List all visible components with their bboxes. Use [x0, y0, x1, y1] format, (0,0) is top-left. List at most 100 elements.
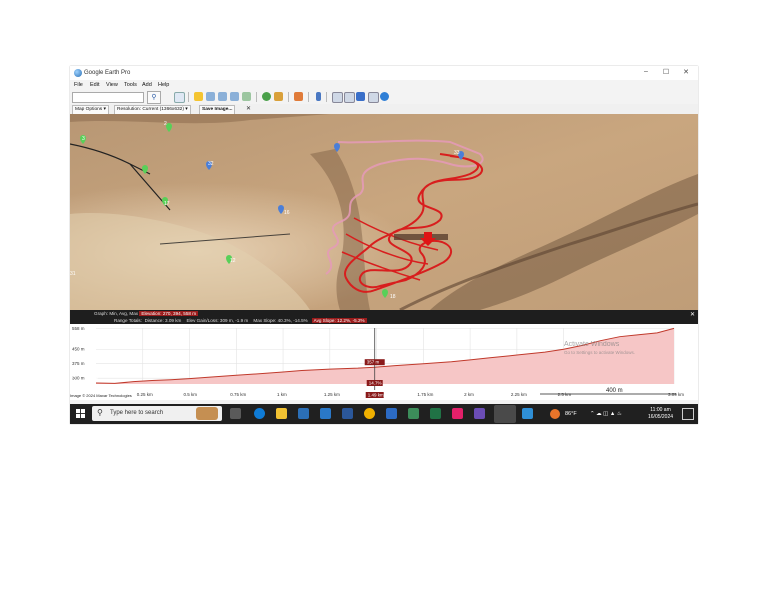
search-highlight-icon [196, 407, 218, 420]
close-button[interactable]: ✕ [678, 68, 694, 76]
app-icon[interactable] [522, 408, 533, 419]
email-icon[interactable] [332, 92, 343, 103]
imagery-date-label: Imagery Date: ... [70, 386, 100, 391]
app-icon[interactable] [474, 408, 485, 419]
menu-add[interactable]: Add [142, 82, 152, 88]
outlook-icon[interactable] [386, 408, 397, 419]
x-tick-label: 1 km [277, 392, 287, 397]
elevation-gain-loss: Elev Gain/Loss: 309 m, -1.9 m [186, 318, 249, 323]
mail-icon[interactable] [320, 408, 331, 419]
file-explorer-icon[interactable] [276, 408, 287, 419]
image-overlay-icon[interactable] [230, 92, 239, 101]
elevation-profile-header: Graph: Min, Avg, Max Elevation: 270, 394… [70, 310, 698, 324]
app-icon[interactable] [452, 408, 463, 419]
x-tick-label: 3.09 km [668, 392, 684, 397]
title-bar: Google Earth Pro – ☐ ✕ [70, 66, 698, 80]
task-view-icon[interactable] [230, 408, 241, 419]
path-icon[interactable] [218, 92, 227, 101]
screenshot-frame: Google Earth Pro – ☐ ✕ File Edit View To… [70, 66, 698, 424]
close-elevation-profile-button[interactable]: ✕ [690, 311, 695, 318]
distance-total: Distance: 3.09 km [144, 318, 182, 323]
clock-date: 16/05/2024 [648, 414, 674, 420]
save-image-icon[interactable] [356, 92, 365, 101]
close-options-icon[interactable]: ✕ [246, 105, 251, 112]
notifications-icon[interactable] [682, 408, 694, 420]
word-icon[interactable] [342, 408, 353, 419]
scale-label: 400 m [606, 388, 623, 394]
toolbar-divider [308, 92, 309, 102]
placemark-label[interactable]: 18 [390, 294, 396, 300]
toolbar-divider [326, 92, 327, 102]
maximize-button[interactable]: ☐ [658, 68, 674, 76]
placemark-label[interactable]: 33 [454, 150, 460, 156]
print-icon[interactable] [344, 92, 355, 103]
polygon-icon[interactable] [206, 92, 215, 101]
x-tick-label: 1.75 km [417, 392, 433, 397]
avg-slope: Avg Slope: 12.2%, -5.2% [311, 318, 367, 323]
sidebar-toggle-icon[interactable] [174, 92, 185, 103]
menu-view[interactable]: View [106, 82, 118, 88]
clock-time: 11:00 am [650, 407, 671, 413]
tray-icons[interactable]: ⌃ ☁ ◫ ▲ ♨ [590, 411, 622, 417]
elevation-stats-line: Graph: Min, Avg, Max Elevation: 270, 394… [94, 311, 199, 316]
maps-app-icon[interactable] [408, 408, 419, 419]
position-readout-box [394, 234, 448, 240]
cursor-distance-label: 1.49 km [368, 393, 384, 398]
placemark-label[interactable]: 3 [82, 136, 85, 142]
placemark-label[interactable]: 2 [164, 121, 167, 127]
search-icon: ⚲ [97, 408, 103, 417]
copyright-label: Image © 2024 Maxar Technologies [70, 393, 132, 398]
planets-icon[interactable] [294, 92, 303, 101]
search-icon[interactable]: ⚲ [147, 91, 161, 104]
excel-icon[interactable] [430, 408, 441, 419]
toolbar-divider [188, 92, 189, 102]
windows-start-icon[interactable] [76, 409, 85, 418]
map-view[interactable]: 3 2 32 17 16 33 12 18 31 [70, 114, 698, 310]
taskbar-search-placeholder: Type here to search [110, 410, 164, 416]
placemark-label[interactable]: 32 [208, 161, 214, 167]
weather-temperature[interactable]: 86°F [565, 411, 577, 417]
menu-help[interactable]: Help [158, 82, 169, 88]
store-icon[interactable] [298, 408, 309, 419]
menu-edit[interactable]: Edit [90, 82, 99, 88]
graph-label: Graph: Min, Avg, Max [94, 311, 139, 316]
activate-windows-title: Activate Windows [564, 341, 620, 348]
y-tick-label: 375 m [72, 361, 85, 366]
taskbar-clock[interactable]: 11:00 am 16/05/2024 [648, 407, 673, 421]
placemark-label[interactable]: 12 [230, 258, 236, 264]
record-tour-icon[interactable] [242, 92, 251, 101]
elevation-profile-chart[interactable]: 558 m450 m375 m300 m0.25 km 0.5 km 0.75 km… [70, 324, 698, 400]
placemark-label[interactable]: 17 [164, 201, 170, 207]
placemark-icon[interactable] [194, 92, 203, 101]
sunlight-icon[interactable] [274, 92, 283, 101]
menu-file[interactable]: File [74, 82, 83, 88]
x-tick-label: 2.5 km [558, 392, 572, 397]
search-input[interactable] [72, 92, 144, 103]
x-tick-label: 2 km [464, 392, 474, 397]
toolbar: ⚲ [70, 90, 698, 104]
save-image-options-bar: Map Options ▾ Resolution: Current (1366x… [70, 104, 698, 115]
minimize-button[interactable]: – [638, 68, 654, 75]
taskbar-search-box[interactable]: ⚲ Type here to search [92, 406, 222, 421]
weather-icon[interactable] [550, 409, 560, 419]
chrome-icon[interactable] [364, 408, 375, 419]
elevation-summary: Elevation: 270, 394, 558 m [139, 311, 199, 316]
google-earth-taskbar-icon[interactable] [494, 405, 516, 423]
placemark-label[interactable]: 31 [70, 271, 76, 277]
window-title: Google Earth Pro [84, 70, 131, 76]
google-earth-logo: Google Earth [70, 368, 139, 380]
ruler-icon[interactable] [316, 92, 321, 101]
historical-imagery-icon[interactable] [262, 92, 271, 101]
y-tick-label: 450 m [72, 347, 85, 352]
x-tick-label: 0.25 km [137, 392, 153, 397]
range-totals-line: Range Totals: Distance: 3.09 km Elev Gai… [114, 318, 367, 323]
y-tick-label: 558 m [72, 326, 85, 331]
view-in-maps-icon[interactable] [368, 92, 379, 103]
elevation-profile-panel: Graph: Min, Avg, Max Elevation: 270, 394… [70, 310, 698, 400]
edge-browser-icon[interactable] [254, 408, 265, 419]
placemark-label[interactable]: 16 [284, 210, 290, 216]
earth-icon[interactable] [380, 92, 389, 101]
menu-tools[interactable]: Tools [124, 82, 137, 88]
max-slope: Max Slope: 40.3%, -14.5% [253, 318, 308, 323]
toolbar-divider [288, 92, 289, 102]
